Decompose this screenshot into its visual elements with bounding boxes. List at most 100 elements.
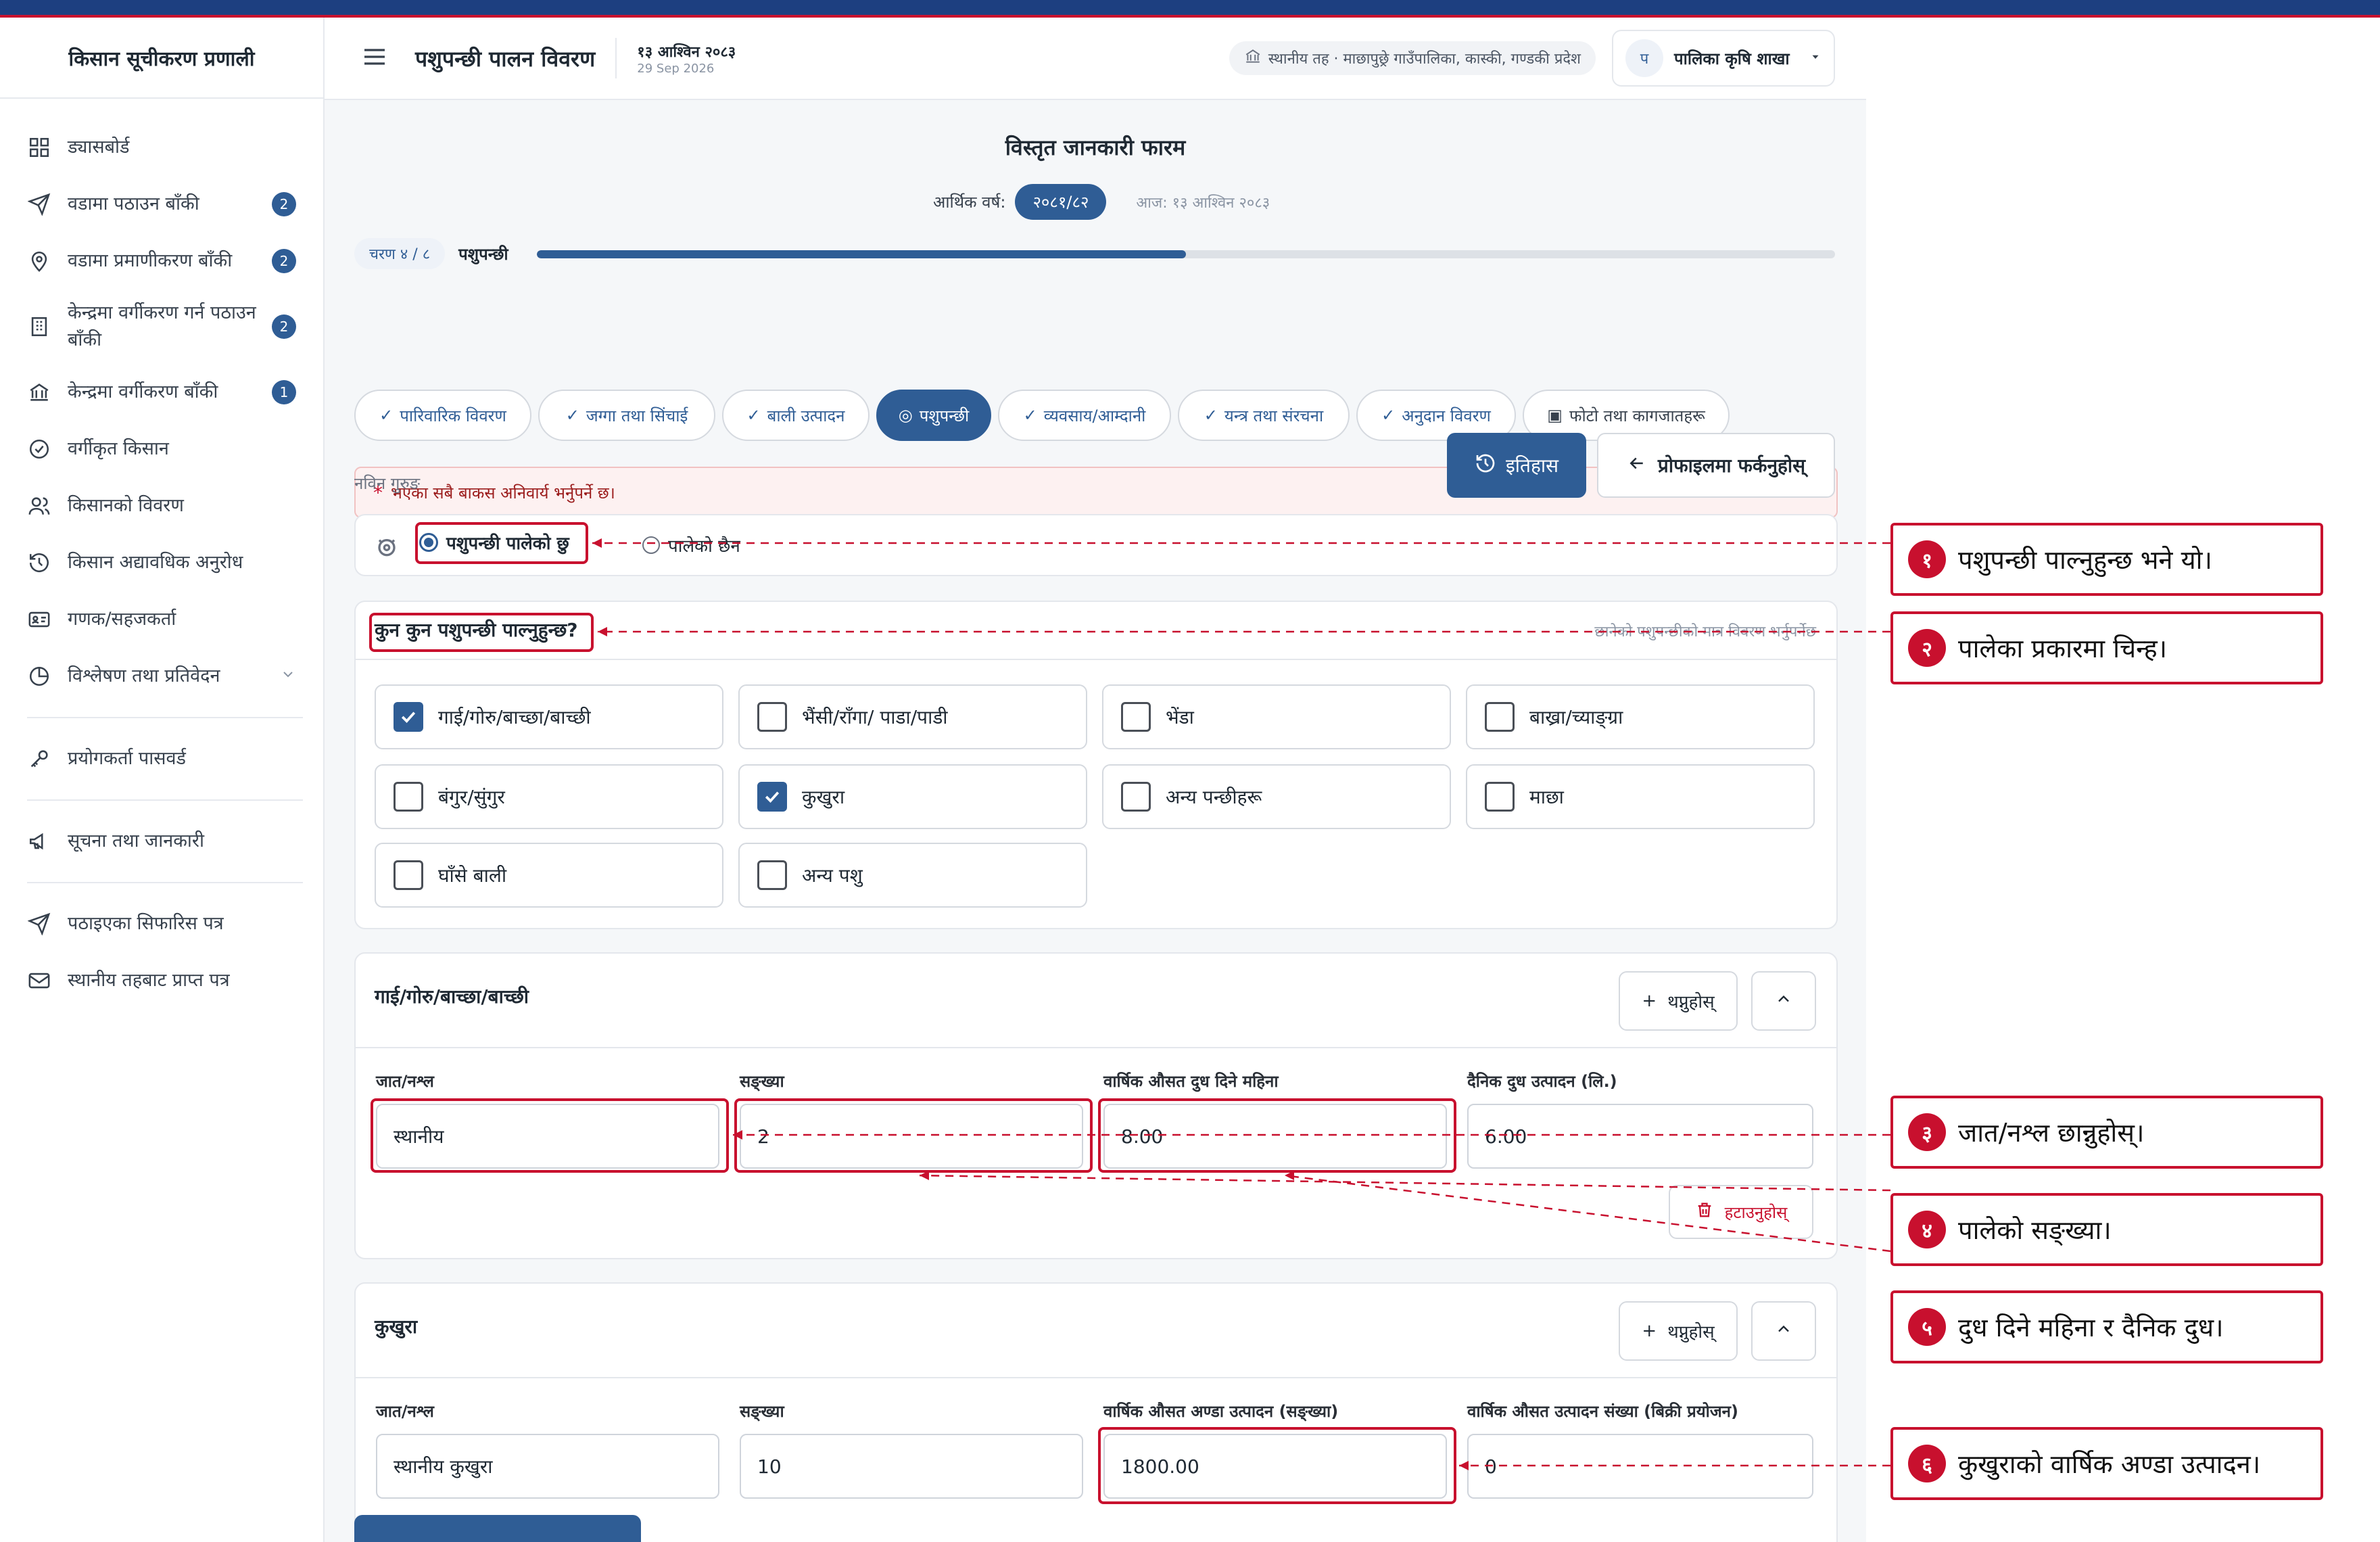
tab-business-income[interactable]: ✓ व्यवसाय/आम्दानी [998,390,1171,441]
checkbox-icon[interactable] [1485,782,1515,812]
checkbox-icon[interactable] [1485,702,1515,732]
cattle-remove-button[interactable]: हटाउनुहोस् [1669,1185,1813,1239]
back-to-profile-button[interactable]: प्रोफाइलमा फर्कनुहोस् [1597,433,1835,498]
location-chip: स्थानीय तह · माछापुछ्रे गाउँपालिका, कास्… [1229,41,1596,75]
tab-label: फोटो तथा कागजातहरू [1569,406,1705,425]
sidebar-item-farmer-details[interactable]: किसानको विवरण [0,477,323,534]
sidebar-item-ward-verify[interactable]: वडामा प्रमाणीकरण बाँकी 2 [0,233,323,289]
history-icon [27,551,51,575]
sidebar-item-label: सूचना तथा जानकारी [68,831,204,851]
sidebar-item-label: विश्लेषण तथा प्रतिवेदन [68,665,220,686]
radio-no-label: पालेको छैन [668,536,740,557]
callout-3: ३ जात/नश्ल छान्नुहोस्। [1890,1096,2323,1169]
highlight-milk-months [1098,1098,1456,1173]
chicken-collapse-button[interactable] [1751,1301,1816,1361]
sidebar-item-update-requests[interactable]: किसान अद्यावधिक अनुरोध [0,534,323,591]
option-fish[interactable]: माछा [1466,764,1815,829]
option-other-birds[interactable]: अन्य पन्छीहरू [1102,764,1451,829]
check-circle-icon [27,437,51,461]
chicken-title: कुखुरा [375,1315,418,1338]
option-cattle[interactable]: गाई/गोरु/बाच्छा/बाच्छी [375,684,723,749]
user-menu[interactable]: प पालिका कृषि शाखा [1612,30,1835,87]
fiscal-year-label: आर्थिक वर्ष: [933,193,1006,212]
option-fodder[interactable]: घाँसे बाली [375,843,723,908]
option-chicken[interactable]: कुखुरा [738,764,1087,829]
checkbox-icon[interactable] [394,860,423,890]
key-icon [27,747,51,771]
sidebar-item-received-letters[interactable]: स्थानीय तहबाट प्राप्त पत्र [0,952,323,1009]
divider [27,799,303,801]
tab-crop-production[interactable]: ✓ बाली उत्पादन [722,390,870,441]
callout-text: पशुपन्छी पाल्नुहुन्छ भने यो। [1958,545,2212,575]
highlight-question [369,613,594,652]
header-date: १३ आश्विन २०८३ 29 Sep 2026 [615,38,736,78]
sidebar-item-label: वडामा पठाउन बाँकी [68,193,199,214]
remove-label: हटाउनुहोस् [1724,1202,1788,1222]
sidebar-item-password[interactable]: प्रयोगकर्ता पासवर्ड [0,730,323,787]
checkbox-icon[interactable] [1121,782,1151,812]
option-other-animals[interactable]: अन्य पशु [738,843,1087,908]
sidebar-item-analytics[interactable]: विश्लेषण तथा प्रतिवेदन [0,648,323,705]
checkbox-icon[interactable] [1121,702,1151,732]
brand-title: किसान सूचीकरण प्रणाली [0,18,323,99]
chevron-down-icon [280,666,296,687]
count-badge: 2 [272,314,296,339]
callout-text: जात/नश्ल छान्नुहोस्। [1958,1118,2145,1148]
tab-land-irrigation[interactable]: ✓ जग्गा तथा सिंचाई [538,390,715,441]
checkbox-icon[interactable] [757,860,787,890]
tab-family-details[interactable]: ✓ पारिवारिक विवरण [354,390,531,441]
option-label: गाई/गोरु/बाच्छा/बाच्छी [438,706,591,728]
daily-milk-label: दैनिक दुध उत्पादन (लि.) [1467,1072,1617,1091]
history-button[interactable]: इतिहास [1447,433,1586,498]
highlight-egg-production [1098,1427,1456,1504]
egg-production-label: वार्षिक औसत अण्डा उत्पादन (सङ्ख्या) [1103,1402,1339,1421]
sidebar-item-sent-letters[interactable]: पठाइएका सिफारिस पत्र [0,895,323,952]
option-goat[interactable]: बाख्रा/च्याङ्ग्रा [1466,684,1815,749]
tab-livestock[interactable]: ◎ पशुपन्छी [876,390,991,441]
breed-label: जात/नश्ल [376,1072,434,1091]
bottom-action-button[interactable] [354,1515,641,1542]
callout-4: ४ पालेको सङ्ख्या। [1890,1193,2323,1266]
sidebar-item-enumerators[interactable]: गणक/सहजकर्ता [0,591,323,648]
count-label: सङ्ख्या [740,1072,784,1091]
progress-fill [537,250,1186,258]
tab-label: बाली उत्पादन [767,406,845,425]
chicken-breed-select[interactable]: स्थानीय कुखुरा [376,1434,719,1499]
option-pig[interactable]: बंगुर/सुंगुर [375,764,723,829]
option-buffalo[interactable]: भैंसी/राँगा/ पाडा/पाडी [738,684,1087,749]
sales-production-input[interactable]: 0 [1467,1434,1813,1499]
menu-icon[interactable] [361,43,388,73]
tab-label: पशुपन्छी [919,406,970,425]
cattle-collapse-button[interactable] [1751,971,1816,1031]
sidebar-item-label: प्रयोगकर्ता पासवर्ड [68,748,186,769]
option-label: अन्य पशु [802,864,863,887]
radio-no[interactable]: पालेको छैन [642,533,740,557]
checkbox-icon[interactable] [757,702,787,732]
chicken-count-input[interactable]: 10 [740,1434,1083,1499]
milk-months-label: वार्षिक औसत दुध दिने महिना [1103,1072,1279,1091]
fiscal-year-pill[interactable]: २०८१/८२ [1015,184,1107,220]
divider [27,717,303,718]
sidebar-item-center-classify[interactable]: केन्द्रमा वर्गीकरण बाँकी 1 [0,364,323,421]
sidebar-item-classified[interactable]: वर्गीकृत किसान [0,421,323,477]
option-label: भेंडा [1166,706,1194,728]
arrow-left-icon [1627,453,1647,478]
check-icon: ✓ [379,406,394,425]
grid-icon [27,135,51,160]
checkbox-icon[interactable] [394,782,423,812]
callout-text: पालेको सङ्ख्या। [1958,1215,2112,1245]
chicken-add-button[interactable]: + थप्नुहोस् [1619,1301,1738,1361]
sidebar-item-ward-send[interactable]: वडामा पठाउन बाँकी 2 [0,176,323,233]
sidebar-item-center-send[interactable]: केन्द्रमा वर्गीकरण गर्न पठाउन बाँकी 2 [0,289,323,364]
tab-machinery-structure[interactable]: ✓ यन्त्र तथा संरचना [1178,390,1350,441]
checkbox-checked-icon[interactable] [394,702,423,732]
checkbox-checked-icon[interactable] [757,782,787,812]
progress-bar [537,250,1835,258]
sidebar-item-notices[interactable]: सूचना तथा जानकारी [0,813,323,870]
main-content: विस्तृत जानकारी फारम आर्थिक वर्ष: २०८१/८… [325,100,1866,1542]
option-sheep[interactable]: भेंडा [1102,684,1451,749]
sidebar-item-label: गणक/सहजकर्ता [68,609,176,630]
sidebar-item-dashboard[interactable]: ड्यासबोर्ड [0,119,323,176]
cattle-add-button[interactable]: + थप्नुहोस् [1619,971,1738,1031]
daily-milk-input[interactable]: 6.00 [1467,1104,1813,1169]
